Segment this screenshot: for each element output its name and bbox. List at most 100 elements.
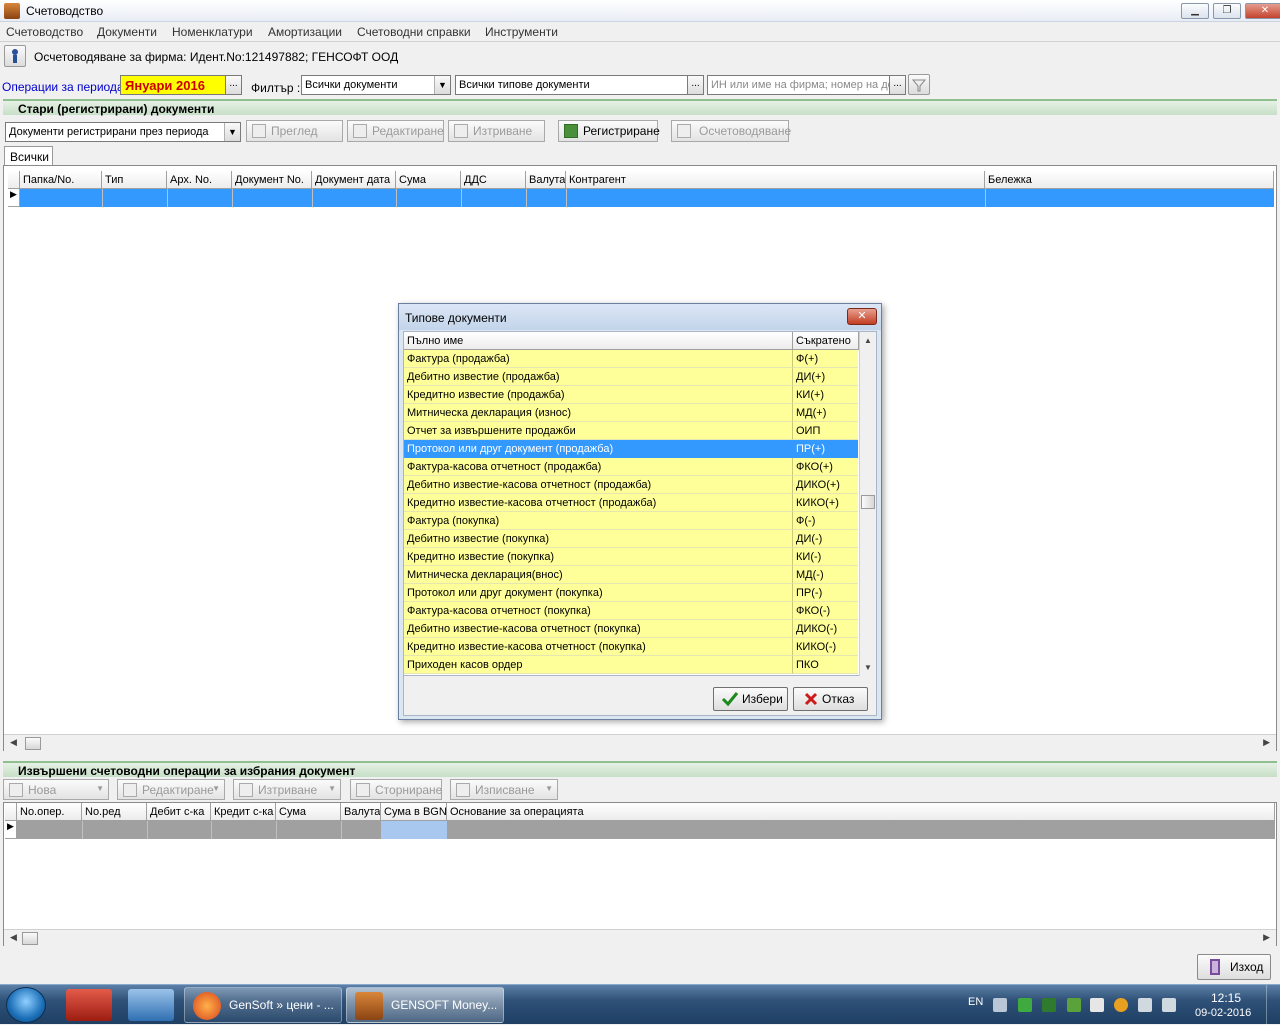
doc-type-full-name: Митническа декларация(внос) (404, 566, 793, 584)
menu-nomenclatures[interactable]: Номенклатури (172, 25, 253, 39)
dialog-close-button[interactable]: ✕ (847, 308, 877, 325)
menu-tools[interactable]: Инструменти (485, 25, 558, 39)
col-archive-no[interactable]: Арх. No. (167, 171, 232, 189)
col-short-name[interactable]: Съкратено (793, 332, 859, 350)
document-types-picker-button[interactable]: ... (687, 75, 704, 95)
doc-type-full-name: Кредитно известие (покупка) (404, 548, 793, 566)
menu-documents[interactable]: Документи (97, 25, 157, 39)
print-operation-label: Изписване (475, 783, 535, 797)
doc-type-full-name: Митническа декларация (износ) (404, 404, 793, 422)
col-document-no[interactable]: Документ No. (232, 171, 312, 189)
chevron-down-icon[interactable]: ▼ (434, 76, 450, 94)
delete-operation-button[interactable]: Изтриване ▼ (233, 779, 341, 800)
eye-app-icon[interactable] (1042, 998, 1056, 1012)
col-type[interactable]: Тип (102, 171, 167, 189)
show-desktop-button[interactable] (1266, 985, 1280, 1025)
vscroll-thumb[interactable] (861, 495, 875, 509)
col-folder[interactable]: Папка/No. (20, 171, 102, 189)
thunderbird-icon[interactable] (128, 989, 174, 1021)
flag-icon[interactable] (1090, 998, 1104, 1012)
maximize-button[interactable]: ❐ (1213, 3, 1241, 19)
post-button[interactable]: Осчетоводяване (671, 120, 791, 142)
col-document-date[interactable]: Документ дата (312, 171, 396, 189)
firm-info-button[interactable] (4, 45, 26, 67)
col-op-no[interactable]: No.опер. (17, 803, 82, 821)
nvidia-icon[interactable] (1067, 998, 1081, 1012)
dialog-vscrollbar[interactable]: ▲ ▼ (859, 332, 876, 676)
doc-type-short-name: КИ(+) (793, 386, 858, 404)
reverse-operation-button[interactable]: Сторниране (350, 779, 442, 800)
taskbar: GenSoft » цени - ... GENSOFT Money... EN… (0, 984, 1280, 1025)
exit-button[interactable]: Изход (1197, 954, 1271, 980)
menu-accounting[interactable]: Счетоводство (6, 25, 83, 39)
tab-all[interactable]: Всички (4, 146, 53, 166)
scroll-up-icon[interactable]: ▲ (864, 336, 872, 345)
delete-button[interactable]: Изтриване (448, 120, 545, 142)
search-picker-button[interactable]: ... (889, 75, 906, 95)
operations-cell-highlight[interactable] (381, 821, 447, 839)
volume-icon[interactable] (1162, 998, 1176, 1012)
keyboard-icon[interactable] (993, 998, 1007, 1012)
chevron-down-icon[interactable]: ▼ (224, 123, 240, 141)
clock-date[interactable]: 09-02-2016 (1195, 1007, 1251, 1019)
documents-filter-combo[interactable]: Всички документи ▼ (301, 75, 451, 95)
chrome-icon[interactable] (1114, 998, 1128, 1012)
new-operation-button[interactable]: Нова ▼ (3, 779, 109, 800)
edit-operation-button[interactable]: Редактиране ▼ (117, 779, 225, 800)
col-credit[interactable]: Кредит с-ка (211, 803, 276, 821)
edit-icon (353, 124, 367, 138)
clock-time[interactable]: 12:15 (1211, 991, 1241, 1005)
period-picker-button[interactable]: ... (225, 75, 242, 95)
operations-row[interactable] (17, 821, 1275, 839)
language-indicator[interactable]: EN (968, 996, 983, 1008)
table-row-selected[interactable] (20, 189, 1274, 207)
network-icon[interactable] (1138, 998, 1152, 1012)
col-note[interactable]: Бележка (985, 171, 1274, 189)
col-full-name[interactable]: Пълно име (404, 332, 793, 350)
h-app-icon[interactable] (1018, 998, 1032, 1012)
document-types-field[interactable]: Всички типове документи (455, 75, 688, 95)
operations-hscrollbar[interactable]: ◀ ▶ (4, 929, 1276, 946)
menu-depreciation[interactable]: Амортизации (268, 25, 342, 39)
col-basis[interactable]: Основание за операцията (447, 803, 1275, 821)
col-op-currency[interactable]: Валута (341, 803, 381, 821)
hscroll-thumb[interactable] (22, 932, 38, 945)
period-docs-combo[interactable]: Документи регистрирани през периода ▼ (5, 122, 241, 142)
acrobat-icon[interactable] (66, 989, 112, 1021)
firm-label: Осчетоводяване за фирма: Идент.No:121497… (34, 50, 399, 64)
col-vat[interactable]: ДДС (461, 171, 526, 189)
new-icon (9, 783, 23, 797)
task-gensoft[interactable]: GENSOFT Money... (346, 987, 504, 1023)
print-operation-button[interactable]: Изписване ▼ (450, 779, 558, 800)
col-sum[interactable]: Сума (396, 171, 461, 189)
menu-bar: Счетоводство Документи Номенклатури Амор… (0, 22, 1280, 42)
task-firefox[interactable]: GenSoft » цени - ... (184, 987, 342, 1023)
operations-header: Извършени счетоводни операции за избрани… (3, 761, 1277, 778)
edit-button[interactable]: Редактиране (347, 120, 444, 142)
register-button[interactable]: Регистриране (558, 120, 660, 142)
period-field[interactable]: Януари 2016 (120, 75, 226, 95)
filter-icon[interactable] (908, 74, 930, 95)
col-debit[interactable]: Дебит с-ка (147, 803, 211, 821)
col-counterparty[interactable]: Контрагент (566, 171, 985, 189)
delete-icon (454, 124, 468, 138)
minimize-button[interactable]: ▁ (1181, 3, 1209, 19)
search-input[interactable]: ИН или име на фирма; номер на док (707, 75, 890, 95)
select-button[interactable]: Избери (713, 687, 788, 711)
col-sum-bgn[interactable]: Сума в BGN (381, 803, 447, 821)
documents-hscrollbar[interactable]: ◀ ▶ (4, 734, 1276, 751)
col-currency[interactable]: Валута (526, 171, 566, 189)
windows-start-icon[interactable] (6, 987, 46, 1023)
col-op-sum[interactable]: Сума (276, 803, 341, 821)
col-line-no[interactable]: No.ред (82, 803, 147, 821)
delete-icon (239, 783, 253, 797)
close-button[interactable]: ✕ (1245, 3, 1280, 19)
cross-icon (804, 692, 818, 706)
gensoft-icon (355, 992, 383, 1020)
scroll-down-icon[interactable]: ▼ (864, 663, 872, 672)
menu-reports[interactable]: Счетоводни справки (357, 25, 471, 39)
doc-type-full-name: Фактура-касова отчетност (продажба) (404, 458, 793, 476)
hscroll-thumb[interactable] (25, 737, 41, 750)
view-button[interactable]: Преглед (246, 120, 343, 142)
cancel-button[interactable]: Отказ (793, 687, 868, 711)
